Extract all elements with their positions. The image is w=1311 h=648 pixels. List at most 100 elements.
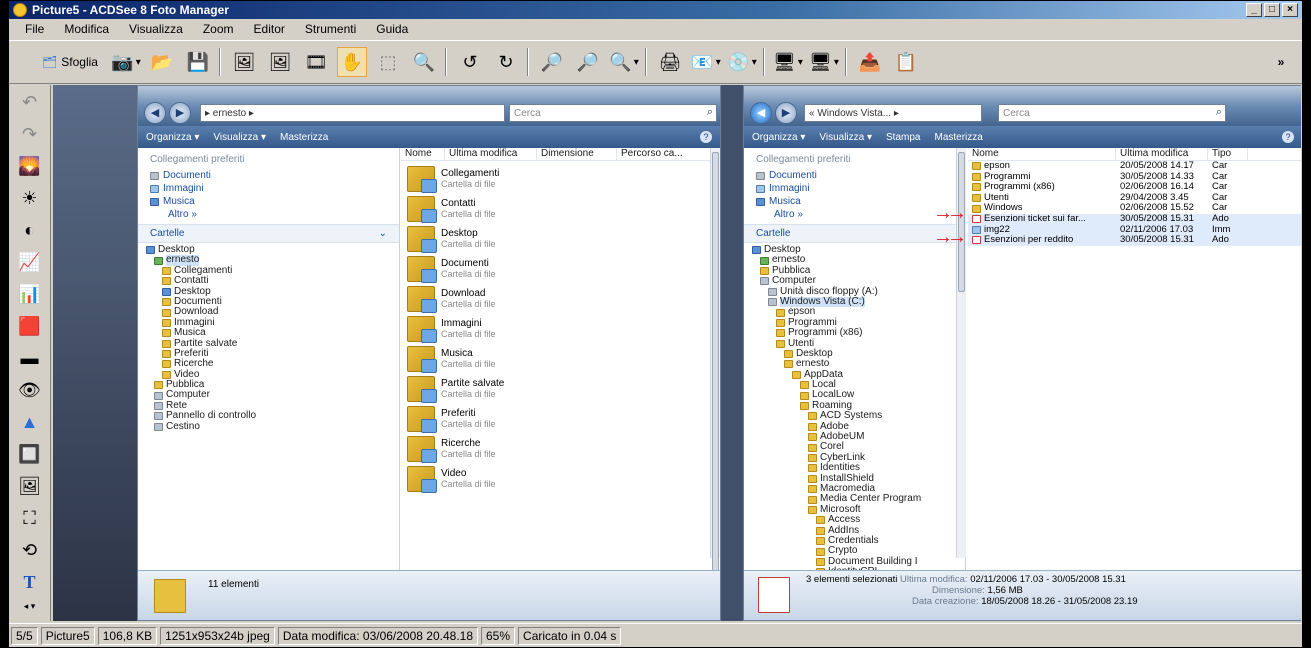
tree-item[interactable]: Musica (138, 327, 399, 338)
organize-button[interactable]: Organizza ▾ (752, 132, 805, 143)
folder-tile[interactable]: Collegamenti Cartella di file (407, 164, 499, 194)
column-size[interactable]: Dimensione (537, 148, 617, 160)
close-button[interactable]: × (1282, 3, 1298, 17)
folders-header[interactable]: Cartelle ⌄ (138, 224, 399, 243)
column-name[interactable]: Nome (401, 148, 445, 160)
tree-item[interactable]: ernesto (744, 358, 965, 369)
export-button[interactable]: 📤 (855, 47, 885, 77)
histogram-button[interactable]: 📊 (15, 279, 45, 309)
tree-item[interactable]: AdobeUM (744, 431, 965, 442)
forward-button[interactable]: ▶ (169, 102, 191, 124)
print-button[interactable]: 🖨 (655, 47, 685, 77)
folder-tile[interactable]: Partite salvate Cartella di file (407, 374, 504, 404)
folder-tile[interactable]: Preferiti Cartella di file (407, 404, 496, 434)
address-bar[interactable]: « Windows Vista... ▸ (804, 104, 982, 122)
tree-item[interactable]: LocalLow (744, 390, 965, 400)
vertical-scrollbar[interactable] (710, 148, 720, 572)
frame-button[interactable]: 🔲 (15, 439, 45, 469)
pan-tool-button[interactable]: ✋ (337, 47, 367, 77)
image-viewer[interactable]: ◀ ▶ ▸ ernesto ▸ Cerca ⌕ Organizza ▾ Visu… (53, 85, 1301, 621)
zoom-out-button[interactable]: 🔎 (573, 47, 603, 77)
zoom-level-button[interactable]: 🔍 (609, 47, 639, 77)
favorite-link-documents[interactable]: Documenti (744, 169, 965, 182)
tree-item[interactable]: Desktop (744, 348, 965, 359)
back-button[interactable]: ◀ (750, 102, 772, 124)
print-button[interactable]: Stampa (886, 132, 920, 143)
menu-guida[interactable]: Guida (372, 21, 412, 37)
favorite-link-music[interactable]: Musica (744, 195, 965, 208)
tree-item[interactable]: AppData (744, 369, 965, 380)
tree-item[interactable]: Programmi (x86) (744, 327, 965, 338)
file-row[interactable]: Esenzioni per reddito 30/05/2008 15.31 Ado (968, 235, 1301, 246)
burn-button[interactable]: Masterizza (934, 132, 982, 143)
column-type[interactable]: Tipo (1208, 148, 1248, 160)
views-button[interactable]: Visualizza ▾ (819, 132, 872, 143)
rotate-button[interactable]: ⟲ (15, 535, 45, 565)
sharpen-button[interactable]: ▲ (15, 407, 45, 437)
organize-button[interactable]: Organizza ▾ (146, 132, 199, 143)
views-button[interactable]: Visualizza ▾ (213, 132, 266, 143)
burn-button[interactable]: Masterizza (280, 132, 328, 143)
crop-button[interactable]: ⛶ (15, 503, 45, 533)
back-button[interactable]: ◀ (144, 102, 166, 124)
grayscale-button[interactable]: ▬ (15, 343, 45, 373)
folder-tile[interactable]: Desktop Cartella di file (407, 224, 496, 254)
minimize-button[interactable]: _ (1246, 3, 1262, 17)
wallpaper-button[interactable]: 🖥 (773, 47, 803, 77)
toolbar-more-button[interactable]: » (1266, 47, 1296, 77)
levels-button[interactable]: 📈 (15, 247, 45, 277)
undo-button[interactable]: ↶ (15, 87, 45, 117)
column-modified[interactable]: Ultima modifica (1116, 148, 1208, 160)
folder-tile[interactable]: Documenti Cartella di file (407, 254, 496, 284)
properties-button[interactable]: 📋 (891, 47, 921, 77)
tree-item[interactable]: Cestino (138, 421, 399, 432)
next-image-button[interactable]: 🖼 (265, 47, 295, 77)
email-button[interactable]: 📧 (691, 47, 721, 77)
tree-item[interactable]: Utenti (744, 338, 965, 349)
open-button[interactable]: 📂 (147, 47, 177, 77)
file-row[interactable]: Esenzioni ticket sui far... 30/05/2008 15… (968, 213, 1301, 225)
slideshow-button[interactable]: 🎞 (301, 47, 331, 77)
search-input[interactable]: Cerca ⌕ (509, 104, 717, 122)
red-eye-button[interactable]: 👁 (15, 375, 45, 405)
search-input[interactable]: Cerca ⌕ (998, 104, 1226, 122)
column-name[interactable]: Nome (968, 148, 1116, 160)
favorite-link-pictures[interactable]: Immagini (744, 182, 965, 195)
help-icon[interactable]: ? (700, 131, 712, 143)
tree-item[interactable]: Computer (744, 275, 965, 286)
folder-tile[interactable]: Contatti Cartella di file (407, 194, 496, 224)
favorite-link-documents[interactable]: Documenti (138, 169, 399, 182)
folder-tile[interactable]: Video Cartella di file (407, 464, 496, 494)
tree-item[interactable]: ACD Systems (744, 410, 965, 421)
tree-item[interactable]: Local (744, 379, 965, 390)
folder-tile[interactable]: Musica Cartella di file (407, 344, 496, 374)
menu-strumenti[interactable]: Strumenti (301, 21, 360, 37)
file-row[interactable]: epson 20/05/2008 14.17 Car (968, 160, 1301, 172)
save-button[interactable]: 💾 (183, 47, 213, 77)
folder-tile[interactable]: Download Cartella di file (407, 284, 496, 314)
menu-visualizza[interactable]: Visualizza (125, 21, 187, 37)
menu-file[interactable]: File (21, 21, 48, 37)
column-path[interactable]: Percorso ca... (617, 148, 717, 160)
share-button[interactable]: 🖥 (809, 47, 839, 77)
more-links[interactable]: Altro » (744, 208, 965, 224)
tree-item[interactable]: epson (744, 306, 965, 317)
zoom-in-button[interactable]: 🔎 (537, 47, 567, 77)
brightness-button[interactable]: ☀ (15, 183, 45, 213)
redo-button[interactable]: ↷ (15, 119, 45, 149)
color-balance-button[interactable]: 🟥 (15, 311, 45, 341)
menu-editor[interactable]: Editor (250, 21, 289, 37)
column-modified[interactable]: Ultima modifica (445, 148, 537, 160)
folder-tile[interactable]: Immagini Cartella di file (407, 314, 496, 344)
burn-button[interactable]: 💿 (727, 47, 757, 77)
title-bar[interactable]: Picture5 - ACDSee 8 Foto Manager _ □ × (9, 1, 1302, 19)
tree-item[interactable]: Access (744, 514, 965, 525)
browse-button[interactable]: 🗂 Sfoglia (35, 47, 105, 77)
menu-modifica[interactable]: Modifica (60, 21, 113, 37)
tree-item[interactable]: Contatti (138, 275, 399, 286)
rotate-left-button[interactable]: ↺ (455, 47, 485, 77)
folder-tile[interactable]: Ricerche Cartella di file (407, 434, 496, 464)
effects-button[interactable]: 🖼 (15, 471, 45, 501)
text-button[interactable]: T (15, 567, 45, 597)
menu-zoom[interactable]: Zoom (199, 21, 238, 37)
